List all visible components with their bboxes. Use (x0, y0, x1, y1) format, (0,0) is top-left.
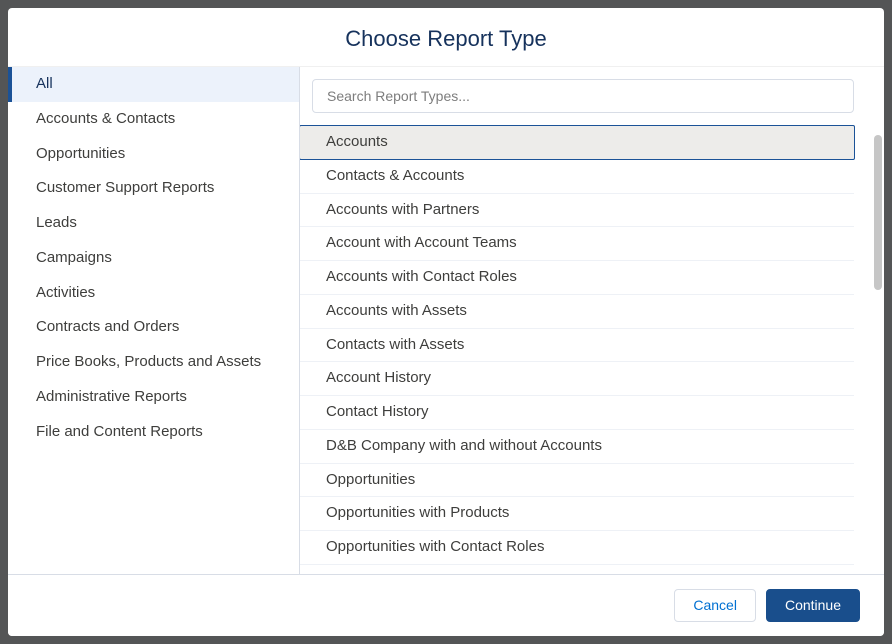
sidebar-item[interactable]: Customer Support Reports (8, 171, 299, 206)
modal-header: Choose Report Type (8, 8, 884, 67)
modal-title: Choose Report Type (8, 26, 884, 52)
sidebar-item[interactable]: File and Content Reports (8, 415, 299, 450)
sidebar-item[interactable]: Leads (8, 206, 299, 241)
modal-footer: Cancel Continue (8, 575, 884, 636)
continue-button[interactable]: Continue (766, 589, 860, 622)
sidebar-item[interactable]: All (8, 67, 299, 102)
report-type-item[interactable]: Opportunities with Partners (300, 565, 854, 574)
search-input[interactable] (312, 79, 854, 113)
sidebar-item[interactable]: Accounts & Contacts (8, 102, 299, 137)
report-type-item[interactable]: Accounts with Contact Roles (300, 261, 854, 295)
sidebar-item[interactable]: Contracts and Orders (8, 310, 299, 345)
report-type-item[interactable]: Contacts with Assets (300, 329, 854, 363)
report-type-item[interactable]: Accounts with Partners (300, 194, 854, 228)
report-type-item[interactable]: Opportunities with Products (300, 497, 854, 531)
search-wrap (300, 67, 884, 125)
cancel-button[interactable]: Cancel (674, 589, 756, 622)
report-types-pane: AccountsContacts & AccountsAccounts with… (300, 67, 884, 574)
category-sidebar[interactable]: AllAccounts & ContactsOpportunitiesCusto… (8, 67, 300, 574)
report-type-item[interactable]: Contacts & Accounts (300, 160, 854, 194)
choose-report-type-modal: Choose Report Type AllAccounts & Contact… (8, 8, 884, 636)
report-type-item[interactable]: Account with Account Teams (300, 227, 854, 261)
report-types-list[interactable]: AccountsContacts & AccountsAccounts with… (300, 125, 884, 574)
sidebar-item[interactable]: Price Books, Products and Assets (8, 345, 299, 380)
sidebar-item[interactable]: Campaigns (8, 241, 299, 276)
report-type-item[interactable]: D&B Company with and without Accounts (300, 430, 854, 464)
report-type-item[interactable]: Opportunities with Contact Roles (300, 531, 854, 565)
report-type-item[interactable]: Contact History (300, 396, 854, 430)
sidebar-item[interactable]: Opportunities (8, 137, 299, 172)
report-type-item[interactable]: Opportunities (300, 464, 854, 498)
report-type-item[interactable]: Accounts with Assets (300, 295, 854, 329)
scrollbar-thumb[interactable] (874, 135, 882, 290)
report-type-item[interactable]: Account History (300, 362, 854, 396)
report-type-item[interactable]: Accounts (300, 125, 855, 160)
sidebar-item[interactable]: Activities (8, 276, 299, 311)
sidebar-item[interactable]: Administrative Reports (8, 380, 299, 415)
modal-body: AllAccounts & ContactsOpportunitiesCusto… (8, 67, 884, 575)
